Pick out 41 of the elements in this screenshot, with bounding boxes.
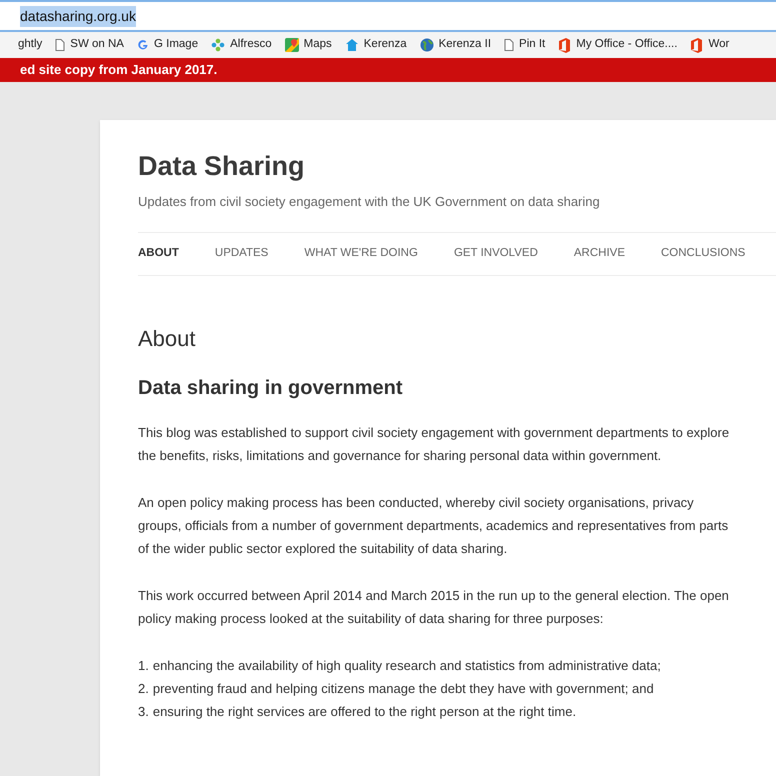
list-number: 2.	[138, 680, 149, 698]
bookmark-link[interactable]: Wor	[690, 36, 730, 54]
bookmark-link[interactable]: Pin It	[504, 36, 546, 54]
office-icon	[558, 38, 572, 52]
section-heading: Data sharing in government	[138, 376, 404, 400]
house-icon	[344, 38, 359, 52]
list-item: enhancing the availability of high quality research and statistics from administrative data;	[152, 656, 661, 675]
nav-link[interactable]: WHAT WE'RE DOING	[304, 244, 418, 262]
globe-icon	[420, 38, 434, 52]
body-paragraph: An open policy making process has been conducted, whereby civil society organisations, privacy groups, officials from a number of government departments, academics and representatives from parts of the wider public sector explored the suitability of data sharing.	[138, 494, 730, 558]
nav-link[interactable]: ARCHIVE	[574, 244, 625, 262]
office-icon	[690, 38, 704, 52]
page-icon	[55, 39, 66, 51]
page-icon	[504, 39, 514, 51]
bookmark-link[interactable]: Alfresco	[211, 36, 272, 54]
bookmark-link[interactable]: Kerenza	[344, 36, 407, 54]
flower-icon	[211, 38, 226, 52]
nav-link[interactable]: GET INVOLVED	[454, 244, 538, 262]
list-number: 1.	[138, 656, 149, 674]
body-paragraph: This blog was established to support civil society engagement with government departments to explore the benefits, risks, limitations and governance for sharing personal data within government.	[138, 424, 730, 465]
bookmark-link[interactable]: Maps	[284, 36, 332, 54]
nav-link[interactable]: ABOUT	[138, 244, 179, 262]
nav-link[interactable]: UPDATES	[214, 244, 268, 262]
address-bar[interactable]: datasharing.org.uk	[0, 0, 776, 32]
bookmark-link[interactable]: ghtly	[18, 36, 42, 54]
bookmark-link[interactable]: My Office - Office....	[558, 36, 678, 54]
site-title[interactable]: Data Sharing	[138, 148, 776, 184]
banner-text: ed site copy from January 2017.	[20, 61, 218, 80]
bookmark-link[interactable]: Kerenza II	[420, 36, 492, 54]
site-tagline: Updates from civil society engagement with the UK Government on data sharing	[138, 193, 601, 211]
body-paragraph: This work occurred between April 2014 and March 2015 in the run up to the general election. The open policy making process looked at the suitability of data sharing for three purposes:	[138, 586, 730, 628]
nav-link[interactable]: CONCLUSIONS	[661, 244, 746, 262]
list-item: preventing fraud and helping citizens manage the debt they have with government; and	[152, 680, 654, 698]
bookmark-link[interactable]: G Image	[136, 36, 198, 54]
page-title: About	[138, 324, 196, 352]
g-icon	[136, 39, 149, 51]
list-number: 3.	[138, 702, 149, 720]
map-icon	[284, 38, 299, 52]
bookmark-link[interactable]: SW on NA	[55, 36, 124, 54]
url-text: datasharing.org.uk	[20, 6, 136, 26]
list-item: ensuring the right services are offered to the right person at the right time.	[152, 702, 576, 721]
